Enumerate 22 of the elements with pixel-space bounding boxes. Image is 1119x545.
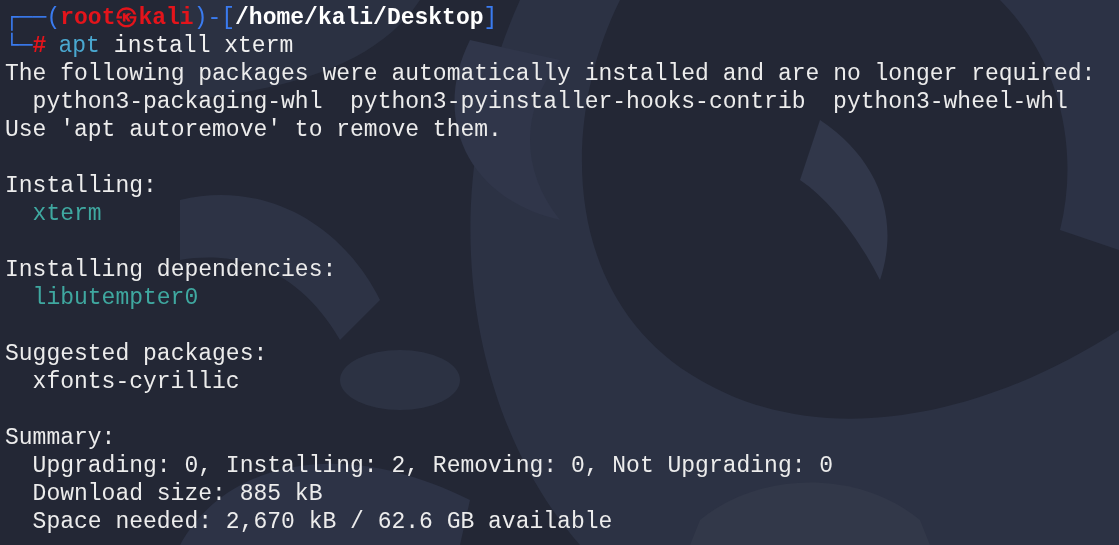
output-line: Installing: [5,172,157,200]
prompt-symbol: # [32,33,47,60]
output-line: Space needed: 2,670 kB / 62.6 GB available [32,508,613,536]
output-line: Summary: [5,424,116,452]
output-line: Installing dependencies: [5,256,337,284]
output-line: Download size: 885 kB [32,480,323,508]
output-line: xfonts-cyrillic [32,368,240,396]
prompt-frame: └─ [5,32,33,60]
working-directory: /home/kali/Desktop [235,4,484,32]
package-name: libutempter0 [32,284,199,312]
output-line: Suggested packages: [5,340,268,368]
output-line: Use 'apt autoremove' to remove them. [5,116,502,144]
output-line: The following packages were automatically installed and are no longer required: [5,60,1096,88]
package-name: xterm [32,200,102,228]
command-name: apt [58,32,100,60]
command-arguments: install xterm [113,32,294,60]
output-line: python3-packaging-whl python3-pyinstaller-hooks-contrib python3-wheel-whl [32,88,1068,116]
prompt-frame: ] [483,4,498,32]
user-host: root㉿kali [60,4,194,32]
prompt-frame: )-[ [193,4,236,32]
output-line: Upgrading: 0, Installing: 2, Removing: 0, Not Upgrading: 0 [32,452,834,480]
prompt-frame: ┌──( [5,4,61,32]
